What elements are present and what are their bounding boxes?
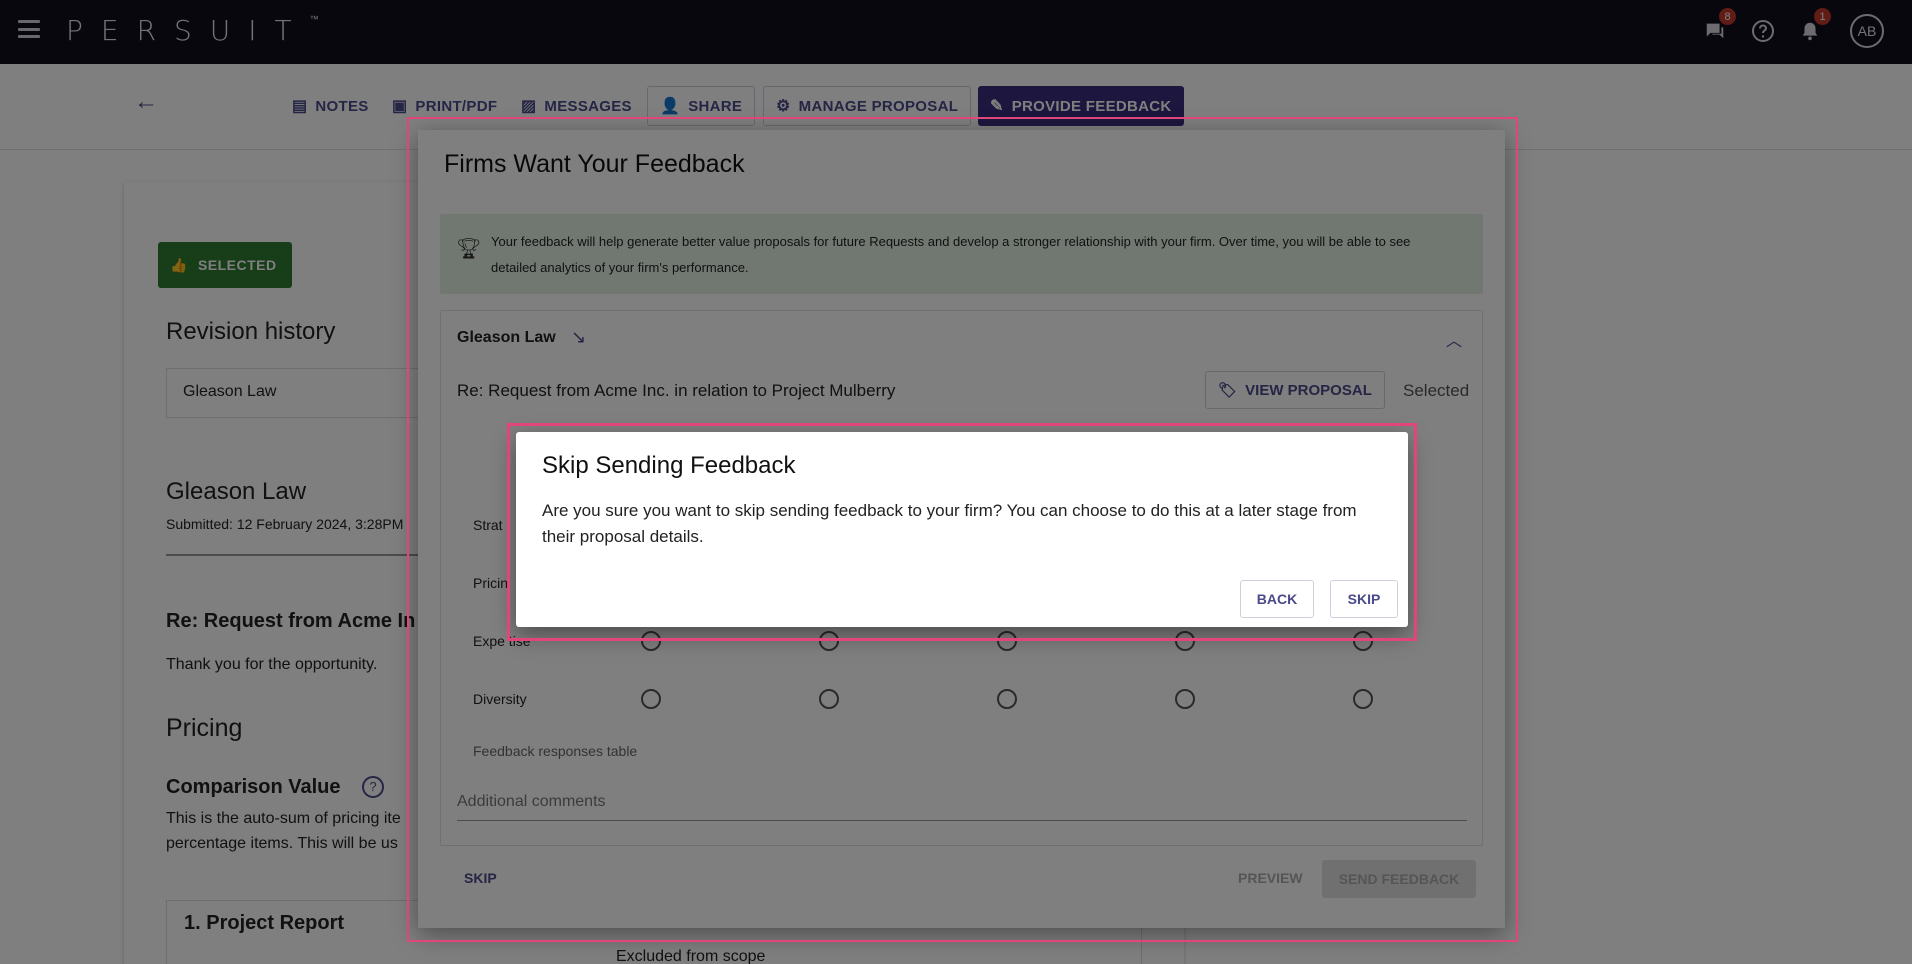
highlight-outline <box>507 423 1417 641</box>
